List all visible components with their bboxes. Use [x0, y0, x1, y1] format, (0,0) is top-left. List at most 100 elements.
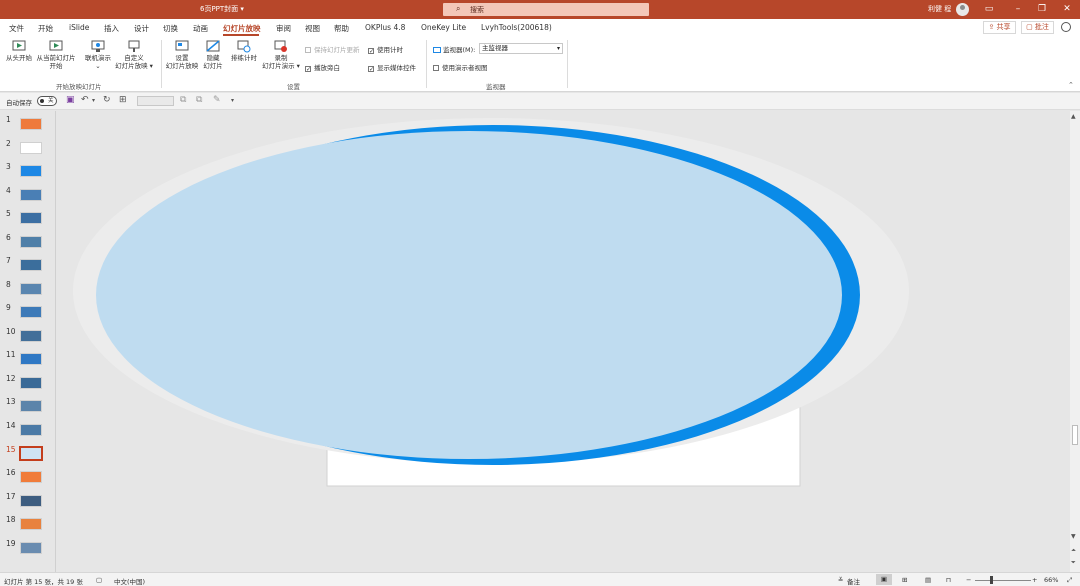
- record-slideshow-button[interactable]: 录制 幻灯片演示 ▾: [260, 40, 302, 70]
- use-timings-label: 使用计时: [377, 46, 403, 54]
- slide-thumbnail-8[interactable]: 8: [0, 280, 56, 300]
- slide-thumbnail-19[interactable]: 19: [0, 539, 56, 559]
- tab-home[interactable]: 开始: [38, 23, 53, 34]
- tab-lvyhtools[interactable]: LvyhTools(200618): [481, 23, 552, 32]
- slide-thumbnail-3[interactable]: 3: [0, 162, 56, 182]
- language-status[interactable]: 中文(中国): [114, 576, 145, 586]
- vertical-scrollbar[interactable]: ▲ ▼ ⏶ ⏷: [1070, 111, 1080, 572]
- from-current-label-2: 开始: [49, 62, 63, 70]
- tab-slideshow[interactable]: 幻灯片放映: [223, 23, 261, 34]
- share-button[interactable]: ⇪ 共享: [983, 21, 1016, 34]
- play-narrations-checkbox[interactable]: ✓ 播放旁白: [305, 62, 340, 73]
- presentation-icon[interactable]: ⊞: [119, 95, 127, 105]
- collapse-ribbon-icon[interactable]: ⌃: [1068, 81, 1074, 89]
- next-slide-icon[interactable]: ⏷: [1071, 559, 1076, 567]
- setup-slideshow-button[interactable]: 设置 幻灯片放映: [163, 40, 201, 70]
- zoom-in-icon[interactable]: +: [1032, 576, 1037, 584]
- previous-slide-icon[interactable]: ⏶: [1071, 547, 1076, 555]
- slide-thumbnail-15[interactable]: 15: [0, 445, 56, 465]
- from-beginning-button[interactable]: 从头开始: [4, 40, 34, 62]
- slide-thumbnail-5[interactable]: 5: [0, 209, 56, 229]
- search-box[interactable]: ⌕ 搜索: [443, 3, 649, 16]
- rehearse-timings-button[interactable]: 排练计时: [228, 40, 260, 62]
- custom-slideshow-button[interactable]: 自定义 幻灯片放映 ▾: [114, 40, 154, 70]
- monitor-dropdown[interactable]: 主监视器 ▾: [479, 43, 563, 54]
- setup-slideshow-label-2: 幻灯片放映: [165, 62, 199, 70]
- scroll-up-icon[interactable]: ▲: [1071, 113, 1076, 120]
- slide-thumbnail-10[interactable]: 10: [0, 327, 56, 347]
- save-icon[interactable]: ▣: [66, 95, 75, 105]
- zoom-slider-handle[interactable]: [990, 576, 993, 584]
- slideshow-view-icon[interactable]: ⊓: [946, 576, 951, 584]
- zoom-slider[interactable]: [975, 580, 1031, 581]
- tab-file[interactable]: 文件: [9, 23, 24, 34]
- presenter-view-label: 使用演示者视图: [442, 64, 488, 72]
- slide-thumbnail-14[interactable]: 14: [0, 421, 56, 441]
- slide-number: 9: [6, 303, 11, 312]
- undo-icon[interactable]: ↶: [81, 95, 89, 105]
- slide-thumbnail-13[interactable]: 13: [0, 397, 56, 417]
- feedback-smiley-icon[interactable]: [1061, 22, 1071, 32]
- slide-preview: [20, 424, 42, 436]
- tab-insert[interactable]: 插入: [104, 23, 119, 34]
- hide-slide-button[interactable]: 隐藏 幻灯片: [201, 40, 225, 70]
- tab-transitions[interactable]: 切换: [163, 23, 178, 34]
- maximize-icon[interactable]: ❐: [1034, 2, 1050, 16]
- slide-thumbnail-6[interactable]: 6: [0, 233, 56, 253]
- use-timings-checkbox[interactable]: ✓ 使用计时: [368, 44, 403, 55]
- rehearse-timings-label: 排练计时: [231, 54, 257, 62]
- present-online-button[interactable]: 联机演示 ⌄: [82, 40, 114, 70]
- user-name[interactable]: 利健 程: [928, 4, 951, 14]
- tab-okplus[interactable]: OKPlus 4.8: [365, 23, 405, 32]
- autosave-toggle[interactable]: 关: [37, 96, 57, 106]
- scroll-down-icon[interactable]: ▼: [1071, 533, 1076, 540]
- comments-button[interactable]: ▢ 批注: [1021, 21, 1054, 34]
- zoom-out-icon[interactable]: −: [966, 576, 971, 584]
- font-size-box[interactable]: [137, 96, 174, 106]
- ribbon-display-options-icon[interactable]: ▭: [981, 2, 997, 16]
- show-media-controls-checkbox[interactable]: ✓ 显示媒体控件: [368, 62, 416, 73]
- slide-thumbnail-2[interactable]: 2: [0, 139, 56, 159]
- slide-thumbnail-18[interactable]: 18: [0, 515, 56, 535]
- tab-onekey[interactable]: OneKey Lite: [421, 23, 466, 32]
- tab-design[interactable]: 设计: [134, 23, 149, 34]
- presenter-view-checkbox[interactable]: 使用演示者视图: [433, 62, 488, 72]
- fit-to-window-icon[interactable]: ⤢: [1067, 576, 1072, 585]
- slide-sorter-icon[interactable]: ⊞: [902, 576, 907, 584]
- ungroup-shapes-icon[interactable]: ⧉: [196, 95, 202, 105]
- present-online-dropdown-icon: ⌄: [95, 62, 101, 70]
- slide-thumbnail-11[interactable]: 11: [0, 350, 56, 370]
- slide-thumbnail-17[interactable]: 17: [0, 492, 56, 512]
- slide-thumbnail-1[interactable]: 1: [0, 115, 56, 135]
- keep-slides-updated-checkbox[interactable]: 保持幻灯片更新: [305, 44, 360, 54]
- scrollbar-thumb[interactable]: [1072, 425, 1078, 445]
- tab-animations[interactable]: 动画: [193, 23, 208, 34]
- tab-help[interactable]: 帮助: [334, 23, 349, 34]
- accessibility-icon[interactable]: ▢: [96, 576, 102, 584]
- notes-button[interactable]: 备注: [847, 576, 860, 586]
- slide-thumbnail-16[interactable]: 16: [0, 468, 56, 488]
- tab-view[interactable]: 视图: [305, 23, 320, 34]
- group-shapes-icon[interactable]: ⧉: [180, 95, 186, 105]
- format-painter-icon[interactable]: ✎: [213, 95, 221, 105]
- reading-view-icon[interactable]: ▤: [925, 576, 931, 584]
- redo-icon[interactable]: ↻: [103, 95, 111, 105]
- customize-qat-icon[interactable]: ▾: [231, 97, 234, 104]
- light-blue-ellipse[interactable]: [96, 131, 842, 459]
- slide-thumbnail-4[interactable]: 4: [0, 186, 56, 206]
- zoom-level[interactable]: 66%: [1044, 576, 1058, 584]
- document-title[interactable]: 6页PPT封面 ▾: [200, 4, 244, 14]
- user-avatar[interactable]: [956, 3, 969, 16]
- slide-number: 6: [6, 233, 11, 242]
- slide-preview: [20, 471, 42, 483]
- tab-review[interactable]: 审阅: [276, 23, 291, 34]
- normal-view-icon[interactable]: ▣: [876, 574, 892, 585]
- minimize-icon[interactable]: –: [1010, 2, 1026, 16]
- slide-thumbnail-7[interactable]: 7: [0, 256, 56, 276]
- tab-islide[interactable]: iSlide: [69, 23, 89, 32]
- slide-thumbnail-9[interactable]: 9: [0, 303, 56, 323]
- from-current-button[interactable]: 从当前幻灯片 开始: [35, 40, 77, 70]
- undo-dropdown-icon[interactable]: ▾: [92, 97, 95, 104]
- slide-thumbnail-12[interactable]: 12: [0, 374, 56, 394]
- close-icon[interactable]: ✕: [1059, 2, 1075, 16]
